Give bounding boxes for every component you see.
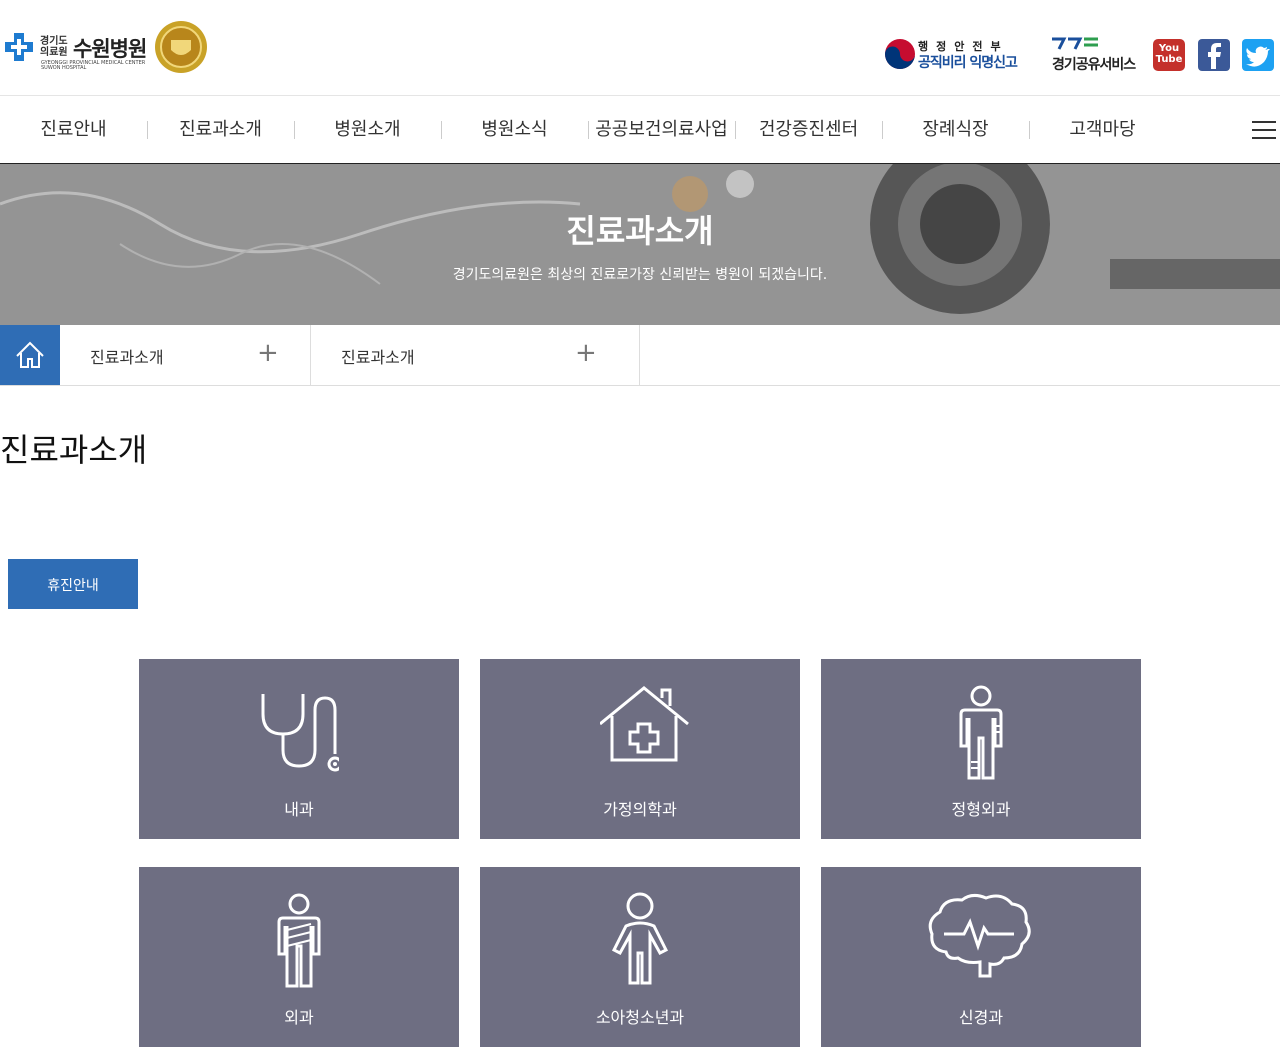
department-card-internal-medicine[interactable]: 내과 bbox=[139, 659, 459, 839]
hospital-logo[interactable]: 경기도 의료원 수원병원 GYEONGGI PROVINCIAL MEDICAL… bbox=[0, 0, 210, 90]
nav-item-health-center[interactable]: 건강증진센터 bbox=[735, 96, 882, 163]
nav-item-treatment-guide[interactable]: 진료안내 bbox=[0, 96, 147, 163]
hero-subtitle: 경기도의료원은 최상의 진료로가장 신뢰받는 병원이 되겠습니다. bbox=[452, 267, 828, 283]
logo-english-name: GYEONGGI PROVINCIAL MEDICAL CENTER SUWON… bbox=[41, 60, 146, 71]
department-label: 소아청소년과 bbox=[595, 1008, 685, 1027]
nav-item-customer[interactable]: 고객마당 bbox=[1029, 96, 1176, 163]
taegeuk-icon bbox=[885, 39, 915, 69]
twitter-icon[interactable] bbox=[1242, 39, 1274, 71]
youtube-icon[interactable]: You Tube bbox=[1153, 39, 1185, 71]
nav-item-funeral-hall[interactable]: 장례식장 bbox=[882, 96, 1029, 163]
cross-logo-icon bbox=[5, 33, 33, 61]
department-card-family-medicine[interactable]: 가정의학과 bbox=[480, 659, 800, 839]
department-card-surgery[interactable]: 외과 bbox=[139, 867, 459, 1047]
share-service-logo-icon bbox=[1052, 37, 1098, 50]
department-label: 신경과 bbox=[958, 1008, 1004, 1027]
logo-org-name: 경기도 의료원 bbox=[40, 36, 68, 58]
closure-notice-button[interactable]: 휴진안내 bbox=[8, 559, 138, 609]
home-icon[interactable] bbox=[0, 325, 60, 385]
plus-icon: + bbox=[575, 338, 597, 368]
plus-icon: + bbox=[257, 338, 279, 368]
nav-item-departments[interactable]: 진료과소개 bbox=[147, 96, 294, 163]
body-bandage-icon bbox=[277, 893, 321, 988]
certification-seal-icon bbox=[155, 21, 207, 73]
nav-item-public-health[interactable]: 공공보건의료사업 bbox=[588, 96, 735, 163]
child-icon bbox=[611, 892, 669, 985]
body-cast-icon bbox=[959, 685, 1003, 780]
menu-hamburger-icon[interactable] bbox=[1252, 121, 1276, 139]
breadcrumb-level2-dropdown[interactable]: 진료과소개 + bbox=[311, 325, 640, 385]
brain-pulse-icon bbox=[928, 893, 1031, 978]
department-card-pediatrics[interactable]: 소아청소년과 bbox=[480, 867, 800, 1047]
gov-report-label: 공직비리 익명신고 bbox=[918, 55, 1018, 71]
breadcrumb-level1-dropdown[interactable]: 진료과소개 + bbox=[60, 325, 311, 385]
department-label: 내과 bbox=[284, 800, 314, 819]
page-title: 진료과소개 bbox=[0, 431, 148, 469]
department-label: 외과 bbox=[284, 1008, 314, 1027]
share-service-label: 경기공유서비스 bbox=[1052, 57, 1136, 73]
nav-item-about[interactable]: 병원소개 bbox=[294, 96, 441, 163]
department-card-orthopedics[interactable]: 정형외과 bbox=[821, 659, 1141, 839]
facebook-icon[interactable] bbox=[1198, 39, 1230, 71]
house-cross-icon bbox=[600, 686, 689, 762]
logo-hospital-name: 수원병원 bbox=[73, 37, 147, 61]
stethoscope-icon bbox=[261, 694, 339, 772]
department-card-neurology[interactable]: 신경과 bbox=[821, 867, 1141, 1047]
breadcrumb-level2-label: 진료과소개 bbox=[341, 348, 415, 367]
main-navigation: 진료안내 진료과소개 병원소개 병원소식 공공보건의료사업 건강증진센터 장례식… bbox=[0, 95, 1280, 165]
nav-item-news[interactable]: 병원소식 bbox=[441, 96, 588, 163]
department-label: 정형외과 bbox=[951, 800, 1011, 819]
breadcrumb-level1-label: 진료과소개 bbox=[90, 348, 164, 367]
department-label: 가정의학과 bbox=[603, 800, 677, 819]
hero-title: 진료과소개 bbox=[566, 212, 714, 250]
